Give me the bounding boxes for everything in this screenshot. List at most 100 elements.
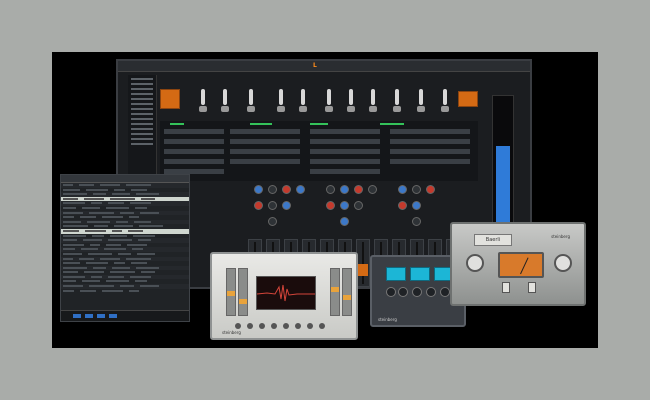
instrument-icon[interactable] xyxy=(246,87,256,115)
instrument-pad-left[interactable] xyxy=(160,89,180,109)
knob[interactable] xyxy=(340,185,349,194)
sequencer-grid[interactable] xyxy=(160,121,478,181)
knob[interactable] xyxy=(283,323,289,329)
knob[interactable] xyxy=(412,185,421,194)
transport-button[interactable] xyxy=(97,314,105,318)
transport-button[interactable] xyxy=(85,314,93,318)
list-cell xyxy=(63,271,78,274)
list-cell xyxy=(86,262,108,265)
knob[interactable] xyxy=(426,185,435,194)
daw-menubar[interactable] xyxy=(118,61,530,72)
instrument-icon[interactable] xyxy=(368,87,378,115)
channel-fader[interactable] xyxy=(356,239,370,287)
list-cell xyxy=(80,216,96,219)
list-cell xyxy=(130,275,151,278)
list-cell xyxy=(63,280,76,283)
knob[interactable] xyxy=(440,287,450,297)
instrument-icon[interactable] xyxy=(298,87,308,115)
knob[interactable] xyxy=(398,287,408,297)
knob[interactable] xyxy=(295,323,301,329)
knob[interactable] xyxy=(554,254,572,272)
knob[interactable] xyxy=(340,201,349,210)
knob[interactable] xyxy=(268,217,277,226)
knob[interactable] xyxy=(271,323,277,329)
browser-list[interactable] xyxy=(61,183,189,293)
knob[interactable] xyxy=(426,287,436,297)
knob[interactable] xyxy=(282,201,291,210)
knob-rack xyxy=(248,181,478,236)
list-cell xyxy=(108,202,124,205)
transport-button[interactable] xyxy=(73,314,81,318)
list-cell xyxy=(82,206,100,209)
knob[interactable] xyxy=(259,323,265,329)
list-cell xyxy=(114,188,125,191)
instrument-icon[interactable] xyxy=(220,87,230,115)
list-cell xyxy=(85,229,106,232)
list-cell xyxy=(79,257,94,260)
instrument-icon[interactable] xyxy=(440,87,450,115)
knob[interactable] xyxy=(326,201,335,210)
waveform-display xyxy=(256,276,316,310)
knob[interactable] xyxy=(296,185,305,194)
knob[interactable] xyxy=(254,201,263,210)
list-cell xyxy=(63,197,78,200)
knob[interactable] xyxy=(326,185,335,194)
knob[interactable] xyxy=(340,217,349,226)
knob[interactable] xyxy=(319,323,325,329)
list-cell xyxy=(91,275,102,278)
instrument-icon[interactable] xyxy=(198,87,208,115)
knob[interactable] xyxy=(268,185,277,194)
knob[interactable] xyxy=(247,323,253,329)
list-cell xyxy=(110,197,135,200)
transport-button[interactable] xyxy=(109,314,117,318)
list-cell xyxy=(93,193,106,196)
knob[interactable] xyxy=(354,201,363,210)
toggle-switch[interactable] xyxy=(502,282,510,293)
track-list[interactable] xyxy=(128,75,157,185)
list-cell xyxy=(63,211,83,214)
knob[interactable] xyxy=(282,185,291,194)
list-cell xyxy=(106,280,129,283)
knob[interactable] xyxy=(398,185,407,194)
toggle-switch[interactable] xyxy=(528,282,536,293)
list-cell xyxy=(112,193,130,196)
list-cell xyxy=(63,206,76,209)
knob[interactable] xyxy=(412,287,422,297)
knob[interactable] xyxy=(254,185,263,194)
list-cell xyxy=(112,229,122,232)
knob[interactable] xyxy=(235,323,241,329)
browser-header xyxy=(61,175,189,183)
brand-label: steinberg xyxy=(551,234,570,239)
list-item[interactable] xyxy=(61,289,189,294)
parameter-display xyxy=(410,267,430,281)
knob[interactable] xyxy=(268,201,277,210)
plugin-knobs xyxy=(232,314,340,329)
app-logo: L xyxy=(313,62,317,69)
list-cell xyxy=(140,285,159,288)
knob[interactable] xyxy=(412,201,421,210)
instrument-icon[interactable] xyxy=(324,87,334,115)
plugin-slider[interactable] xyxy=(330,268,340,316)
list-cell xyxy=(128,229,143,232)
list-cell xyxy=(63,220,81,223)
knob[interactable] xyxy=(386,287,396,297)
knob[interactable] xyxy=(368,185,377,194)
list-cell xyxy=(114,262,125,265)
knob[interactable] xyxy=(307,323,313,329)
knob[interactable] xyxy=(466,254,484,272)
product-showcase: L steinberg steinberg Baerli steinberg xyxy=(52,52,598,348)
knob[interactable] xyxy=(412,217,421,226)
instrument-icon[interactable] xyxy=(416,87,426,115)
knob[interactable] xyxy=(354,185,363,194)
list-cell xyxy=(84,197,104,200)
list-cell xyxy=(116,220,128,223)
plugin-slider[interactable] xyxy=(342,268,352,316)
knob[interactable] xyxy=(398,201,407,210)
instrument-icon[interactable] xyxy=(392,87,402,115)
vu-meter xyxy=(498,252,544,278)
list-cell xyxy=(63,193,87,196)
instrument-icon[interactable] xyxy=(276,87,286,115)
plugin-slider[interactable] xyxy=(238,268,248,316)
instrument-icon[interactable] xyxy=(346,87,356,115)
plugin-slider[interactable] xyxy=(226,268,236,316)
